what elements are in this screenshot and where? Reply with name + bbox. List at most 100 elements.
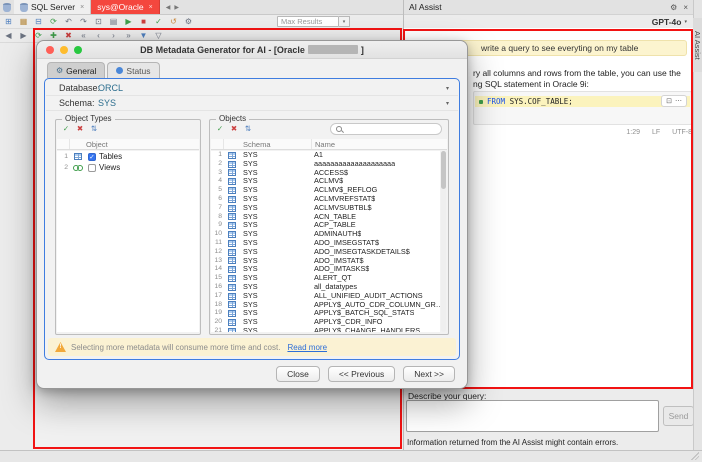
previous-button[interactable]: << Previous xyxy=(328,366,395,382)
column-header-schema: Schema xyxy=(240,139,311,149)
table-icon xyxy=(228,152,236,159)
table-icon xyxy=(228,310,236,317)
tab-general[interactable]: ⚙ General xyxy=(47,62,105,78)
caret-position: 1:29 xyxy=(626,129,640,136)
commit-icon[interactable]: ✓ xyxy=(153,16,164,28)
copy-icon[interactable]: ⊡ xyxy=(666,97,672,105)
settings-icon[interactable]: ⚙ xyxy=(183,16,194,28)
object-name: ACLMVREFSTAT$ xyxy=(311,195,375,204)
chevron-down-icon[interactable]: ▾ xyxy=(339,16,350,27)
object-name: ACP_TABLE xyxy=(311,221,356,230)
save-icon[interactable]: ⊟ xyxy=(33,16,44,28)
tab-label: sys@Oracle xyxy=(97,2,143,12)
table-icon xyxy=(228,319,236,326)
more-icon[interactable]: ⋯ xyxy=(675,97,682,105)
objects-scrollbar[interactable] xyxy=(441,151,446,332)
table-icon xyxy=(228,249,236,256)
zoom-window-button[interactable] xyxy=(74,46,82,54)
object-type-row[interactable]: 1✓Tables xyxy=(57,151,199,162)
bullet-icon xyxy=(479,100,483,104)
stop-icon[interactable]: ■ xyxy=(138,16,149,28)
warning-icon xyxy=(55,342,66,352)
row-number: 21 xyxy=(211,327,224,332)
next-button[interactable]: Next >> xyxy=(403,366,455,382)
forward-icon[interactable]: ▶ xyxy=(18,30,29,42)
refresh-icon[interactable]: ⟳ xyxy=(48,16,59,28)
database-value: ORCL xyxy=(98,83,123,93)
execute-icon[interactable]: ▶ xyxy=(123,16,134,28)
invert-selection-icon[interactable]: ⇅ xyxy=(89,124,99,134)
object-types-toolbar: ✓ ✖ ⇅ xyxy=(61,124,99,134)
object-name: aaaaaaaaaaaaaaaaaaaa xyxy=(311,160,395,169)
table-icon xyxy=(228,222,236,229)
object-type-row[interactable]: 2Views xyxy=(57,162,199,173)
objects-toolb​ar: ✓ ✖ ⇅ xyxy=(215,124,253,134)
close-icon[interactable]: × xyxy=(149,4,153,11)
table-icon xyxy=(228,213,236,220)
chevron-down-icon: ▾ xyxy=(446,85,458,92)
column-header-name: Name xyxy=(311,139,335,149)
check-all-icon[interactable]: ✓ xyxy=(61,124,71,134)
max-results-input[interactable] xyxy=(277,16,339,27)
tab-navigation: ◀ ▶ xyxy=(160,0,185,14)
close-window-button[interactable] xyxy=(46,46,54,54)
close-icon[interactable]: × xyxy=(80,4,84,11)
invert-selection-icon[interactable]: ⇅ xyxy=(243,124,253,134)
checkbox[interactable]: ✓ xyxy=(88,153,96,161)
object-types-body: 1✓Tables2Views xyxy=(57,151,199,332)
objects-search-input[interactable] xyxy=(345,125,436,134)
objects-header: Schema Name xyxy=(211,139,447,150)
next-tab-icon[interactable]: ▶ xyxy=(174,4,179,11)
object-row[interactable]: 21SYSAPPLY$_CHANGE_HANDLERS xyxy=(211,327,440,332)
back-icon[interactable]: ◀ xyxy=(3,30,14,42)
paste-icon[interactable]: ▤ xyxy=(108,16,119,28)
prev-tab-icon[interactable]: ◀ xyxy=(166,4,171,11)
objects-search[interactable] xyxy=(330,123,442,135)
open-icon[interactable]: ▦ xyxy=(18,16,29,28)
schema-select[interactable]: Schema: SYS ▾ xyxy=(46,96,458,111)
tab-sql-server[interactable]: SQL Server × xyxy=(14,0,91,14)
close-icon[interactable]: × xyxy=(683,3,688,12)
object-types-header: Object xyxy=(57,139,199,150)
object-name: ACLMV$_REFLOG xyxy=(311,186,377,195)
database-select[interactable]: Database: ORCL ▾ xyxy=(46,81,458,96)
redo-icon[interactable]: ↷ xyxy=(78,16,89,28)
tab-status[interactable]: Status xyxy=(107,62,159,78)
ai-panel-title: AI Assist xyxy=(409,2,442,12)
group-label: Objects xyxy=(216,114,249,123)
ai-disclaimer: Information returned from the AI Assist … xyxy=(407,438,618,447)
settings-icon[interactable]: ⚙ xyxy=(670,3,677,12)
query-input[interactable] xyxy=(406,400,659,432)
table-icon xyxy=(228,205,236,212)
uncheck-all-icon[interactable]: ✖ xyxy=(75,124,85,134)
ai-assist-side-tab[interactable]: AI Assist xyxy=(693,18,702,72)
undo-icon[interactable]: ↶ xyxy=(63,16,74,28)
tab-label: SQL Server xyxy=(31,2,75,12)
line-ending: LF xyxy=(652,129,660,136)
rollback-icon[interactable]: ↺ xyxy=(168,16,179,28)
model-selector[interactable]: GPT-4o ▾ xyxy=(404,15,693,28)
warning-bar: Selecting more metadata will consume mor… xyxy=(48,338,456,356)
row-number: 17 xyxy=(211,292,224,301)
close-button[interactable]: Close xyxy=(276,366,320,382)
main-toolbar: ⊞ ▦ ⊟ ⟳ ↶ ↷ ⊡ ▤ ▶ ■ ✓ ↺ ⚙ ▾ xyxy=(0,15,403,29)
new-connection-icon[interactable]: ⊞ xyxy=(3,16,14,28)
dialog-titlebar[interactable]: DB Metadata Generator for AI - [Oracle ] xyxy=(37,41,467,59)
row-number: 18 xyxy=(211,301,224,310)
object-name: APPLY$_BATCH_SQL_STATS xyxy=(311,309,414,318)
scrollbar-thumb[interactable] xyxy=(441,151,446,189)
read-more-link[interactable]: Read more xyxy=(287,343,327,352)
sql-code-line: FROM SYS.COF_TABLE; xyxy=(475,96,690,107)
resize-grip xyxy=(691,452,699,460)
minimize-window-button[interactable] xyxy=(60,46,68,54)
uncheck-all-icon[interactable]: ✖ xyxy=(229,124,239,134)
database-icon xyxy=(20,3,28,12)
copy-icon[interactable]: ⊡ xyxy=(93,16,104,28)
tab-sys-oracle[interactable]: sys@Oracle × xyxy=(91,0,160,14)
checkbox[interactable] xyxy=(88,164,96,172)
send-button[interactable]: Send xyxy=(663,406,694,426)
object-name: ADO_IMTASKS$ xyxy=(311,265,369,274)
code-actions[interactable]: ⊡ ⋯ xyxy=(661,95,687,107)
check-all-icon[interactable]: ✓ xyxy=(215,124,225,134)
row-number: 1 xyxy=(211,151,224,160)
